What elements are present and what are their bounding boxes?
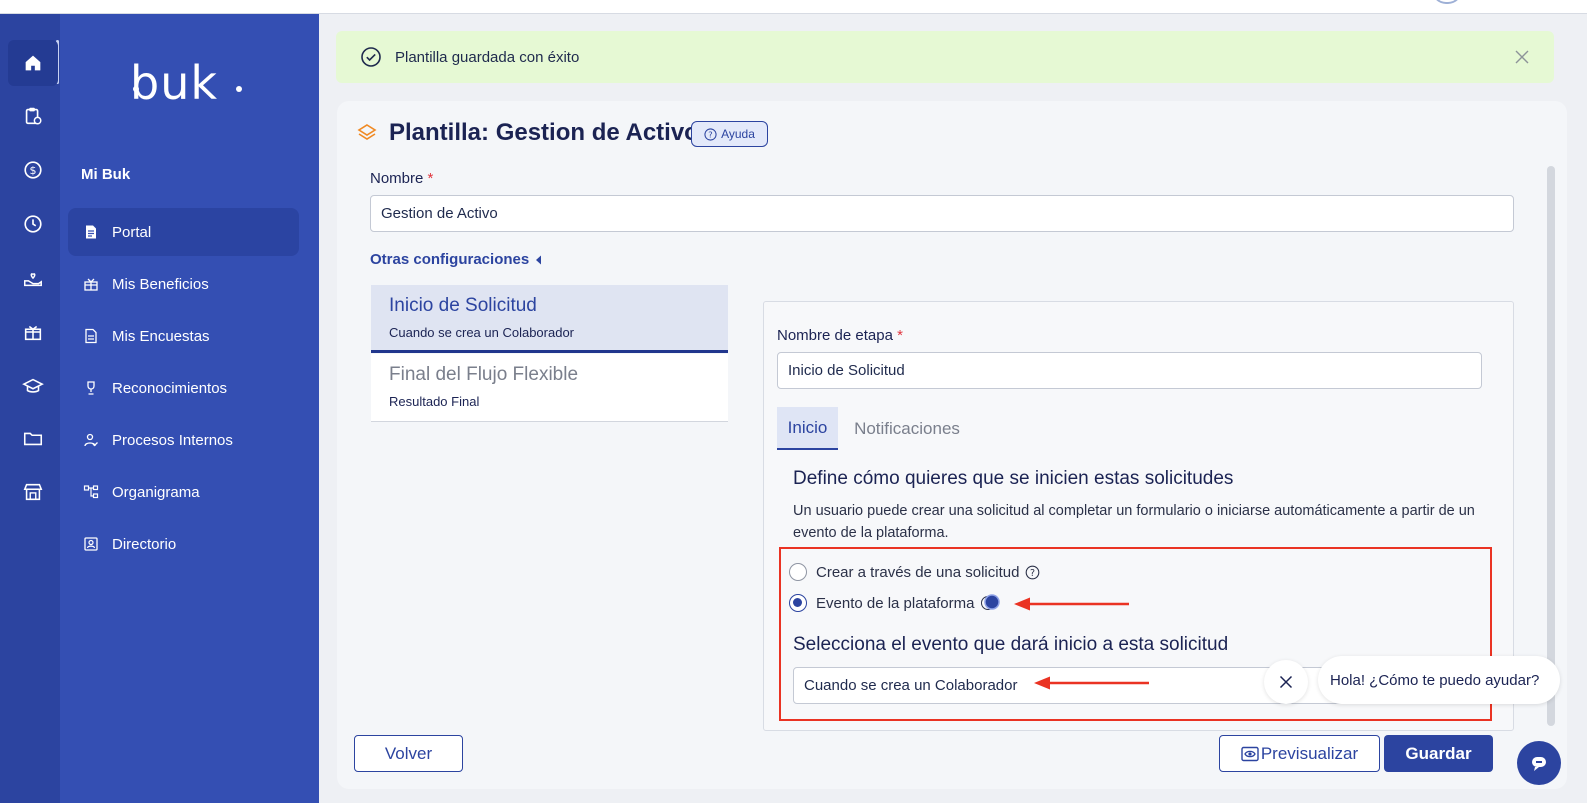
question-circle-icon: ? bbox=[704, 127, 717, 141]
user-check-icon bbox=[82, 431, 100, 449]
stage-list-divider bbox=[371, 421, 728, 422]
sidebar-section-title: Mi Buk bbox=[81, 166, 131, 183]
folder-icon bbox=[23, 432, 43, 446]
scrollbar[interactable] bbox=[1547, 166, 1555, 726]
rail-clipboard-icon[interactable] bbox=[8, 93, 58, 139]
chat-bubble-icon bbox=[1532, 757, 1546, 771]
name-input[interactable]: Gestion de Activo bbox=[370, 195, 1514, 232]
sidebar-item-label: Portal bbox=[112, 223, 152, 241]
otras-configuraciones-toggle[interactable]: Otras configuraciones bbox=[370, 251, 542, 268]
preview-button[interactable]: Previsualizar bbox=[1219, 735, 1380, 772]
rail-store-icon[interactable] bbox=[8, 469, 58, 515]
file-icon bbox=[82, 327, 100, 345]
required-marker: * bbox=[897, 327, 903, 344]
stage-name-label: Nombre de etapa * bbox=[777, 327, 903, 344]
sidebar-item-label: Reconocimientos bbox=[112, 379, 228, 397]
dollar-icon: $ bbox=[24, 161, 42, 179]
name-field-label: Nombre * bbox=[370, 170, 433, 187]
rail-folder-icon[interactable] bbox=[8, 415, 58, 461]
chat-close-button[interactable] bbox=[1264, 660, 1308, 704]
name-label-text: Nombre bbox=[370, 170, 424, 187]
help-button-label: Ayuda bbox=[721, 127, 755, 141]
rail-graduation-cap-icon[interactable] bbox=[8, 363, 58, 409]
sidebar-item-reconocimientos[interactable]: Reconocimientos bbox=[68, 364, 299, 412]
rail-home-icon[interactable] bbox=[8, 40, 58, 86]
stage-item-inicio[interactable]: Inicio de Solicitud Cuando se crea un Co… bbox=[371, 285, 728, 353]
help-button[interactable]: ? Ayuda bbox=[691, 121, 768, 147]
start-method-description: Un usuario puede crear una solicitud al … bbox=[793, 503, 1475, 541]
chat-launcher-button[interactable] bbox=[1517, 741, 1561, 785]
otras-configuraciones-label: Otras configuraciones bbox=[370, 251, 530, 268]
sidebar-item-directorio[interactable]: Directorio bbox=[68, 520, 299, 568]
clock-icon bbox=[24, 215, 42, 233]
document-icon bbox=[82, 223, 100, 241]
sidebar-item-label: Procesos Internos bbox=[112, 431, 233, 449]
caret-left-icon bbox=[536, 255, 542, 264]
logo-dot-right bbox=[236, 86, 242, 92]
rail-dollar-icon[interactable]: $ bbox=[8, 147, 58, 193]
save-button[interactable]: Guardar bbox=[1384, 735, 1493, 772]
sidebar-item-organigrama[interactable]: Organigrama bbox=[68, 468, 299, 516]
stage-title: Final del Flujo Flexible bbox=[389, 364, 579, 385]
svg-text:$: $ bbox=[30, 164, 37, 177]
contact-card-icon bbox=[82, 535, 100, 553]
sidebar-item-label: Organigrama bbox=[112, 483, 200, 501]
sidebar-item-mis-beneficios[interactable]: Mis Beneficios bbox=[68, 260, 299, 308]
rail-gift-box-icon[interactable] bbox=[8, 309, 58, 355]
tab-notificaciones[interactable]: Notificaciones bbox=[847, 407, 967, 450]
close-icon[interactable] bbox=[1514, 49, 1530, 65]
clipboard-icon bbox=[25, 107, 42, 125]
sidebar-item-label: Mis Beneficios bbox=[112, 275, 209, 293]
store-icon bbox=[23, 483, 43, 501]
hand-heart-icon bbox=[24, 273, 42, 287]
preview-button-label: Previsualizar bbox=[1260, 743, 1359, 763]
page-title: Plantilla: Gestion de Activo bbox=[389, 119, 699, 146]
toast-message: Plantilla guardada con éxito bbox=[395, 48, 580, 66]
org-chart-icon bbox=[82, 483, 100, 501]
stage-title: Inicio de Solicitud bbox=[389, 295, 537, 316]
stage-subtitle: Resultado Final bbox=[389, 394, 480, 409]
close-icon bbox=[1279, 675, 1293, 689]
home-icon bbox=[25, 55, 41, 71]
trophy-icon bbox=[82, 379, 100, 397]
stage-name-input[interactable]: Inicio de Solicitud bbox=[777, 352, 1482, 389]
top-bar bbox=[0, 0, 1587, 14]
gift-box-icon bbox=[24, 325, 42, 341]
sidebar-item-label: Mis Encuestas bbox=[112, 327, 210, 345]
eye-icon bbox=[1241, 746, 1259, 761]
stage-item-final[interactable]: Final del Flujo Flexible Resultado Final bbox=[371, 354, 728, 422]
required-marker: * bbox=[427, 170, 434, 187]
gift-icon bbox=[82, 275, 100, 293]
rail-clock-icon[interactable] bbox=[8, 201, 58, 247]
buk-logo[interactable]: buk bbox=[130, 56, 218, 110]
svg-text:?: ? bbox=[708, 129, 712, 139]
annotation-arrow-icon bbox=[1034, 676, 1149, 690]
stage-subtitle: Cuando se crea un Colaborador bbox=[389, 325, 575, 340]
back-button[interactable]: Volver bbox=[354, 735, 463, 772]
graduation-cap-icon bbox=[22, 378, 44, 393]
sidebar-item-procesos-internos[interactable]: Procesos Internos bbox=[68, 416, 299, 464]
sidebar-item-portal[interactable]: Portal bbox=[68, 208, 299, 256]
tab-inicio[interactable]: Inicio bbox=[777, 407, 838, 450]
sidebar-item-mis-encuestas[interactable]: Mis Encuestas bbox=[68, 312, 299, 360]
rail-hand-heart-icon[interactable] bbox=[8, 256, 58, 302]
start-method-heading: Define cómo quieres que se inicien estas… bbox=[793, 468, 1234, 489]
layers-icon bbox=[357, 124, 377, 140]
annotation-arrow-icon bbox=[1014, 597, 1129, 611]
chat-greeting-bubble[interactable]: Hola! ¿Cómo te puedo ayudar? bbox=[1318, 656, 1560, 704]
stage-name-label-text: Nombre de etapa bbox=[777, 327, 893, 344]
sidebar-item-label: Directorio bbox=[112, 535, 177, 553]
check-circle-icon bbox=[361, 47, 381, 67]
logo-dot-left bbox=[133, 86, 139, 92]
success-toast: Plantilla guardada con éxito bbox=[336, 31, 1554, 83]
